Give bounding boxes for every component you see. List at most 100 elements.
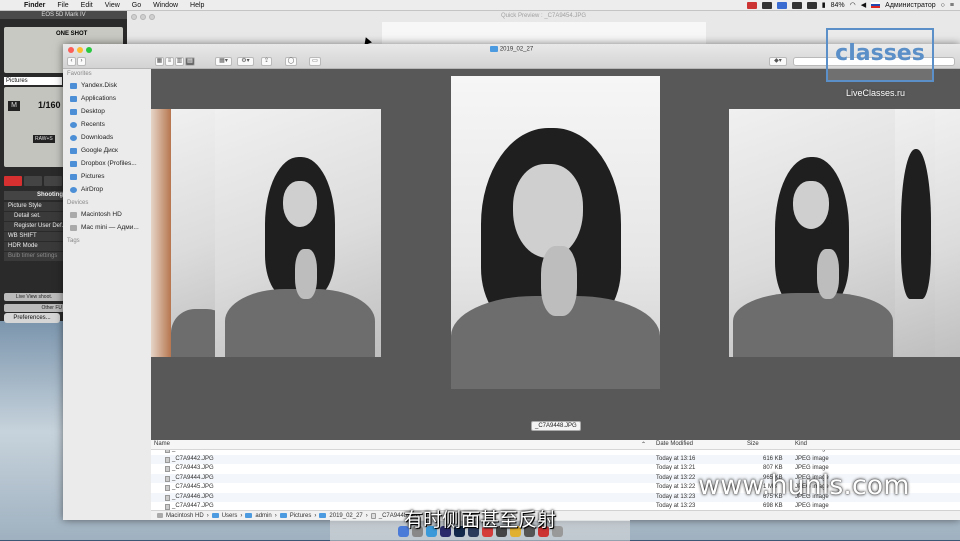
brand-logo: classes — [826, 28, 934, 82]
arrange-button[interactable]: ▦▾ — [215, 57, 232, 66]
cover-flow[interactable]: _C7A9448.JPG — [151, 69, 960, 440]
spotlight-icon[interactable]: ○ — [941, 2, 945, 9]
user-name[interactable]: Администратор — [885, 2, 936, 9]
table-row[interactable]: _C7A9442.JPG Today at 13:16 616 KB JPEG ima… — [151, 454, 960, 464]
finder-sidebar: Favorites Yandex.Disk Applications Deskt… — [63, 69, 152, 520]
finder-title-text: 2019_02_27 — [499, 46, 534, 53]
flash-tab-icon[interactable] — [24, 176, 42, 186]
video-subtitle: 有时侧面甚至反射 — [403, 509, 556, 531]
file-date: Today at 13:21 — [656, 465, 696, 471]
eos-tabs — [4, 176, 62, 186]
forward-button[interactable]: › — [77, 57, 86, 66]
menu-help[interactable]: Help — [184, 2, 210, 9]
shutter-speed[interactable]: 1/160 — [38, 100, 61, 110]
cover-thumbnail[interactable] — [171, 109, 215, 357]
menu-bar: Finder File Edit View Go Window Help ▮ 8… — [0, 0, 960, 11]
wrench-tab-icon[interactable] — [44, 176, 62, 186]
image-quality[interactable]: RAW+S — [33, 135, 55, 143]
new-folder-button[interactable]: ▭ — [309, 57, 321, 66]
action-gear-button[interactable]: ⚙▾ — [237, 57, 254, 66]
input-source-icon[interactable] — [871, 2, 881, 8]
eos-menu-hdr-mode[interactable]: HDR Mode — [4, 242, 64, 252]
eos-menu-bulb-timer[interactable]: Bulb timer settings — [4, 252, 64, 262]
sidebar-item-dropbox[interactable]: Dropbox (Profiles... — [63, 157, 151, 170]
tag-button[interactable]: ◯ — [285, 57, 297, 66]
file-date: Today at 13:22 — [656, 484, 696, 490]
eos-shooting-menu: Picture Style Detail set. Register User … — [4, 202, 64, 262]
cover-thumbnail[interactable] — [151, 109, 171, 357]
menu-view[interactable]: View — [99, 2, 126, 9]
airdrop-icon — [70, 186, 77, 193]
menu-window[interactable]: Window — [147, 2, 184, 9]
sidebar-item-macintosh-hd[interactable]: Macintosh HD — [63, 208, 151, 221]
sidebar-item-recents[interactable]: Recents — [63, 118, 151, 131]
monitor-icon[interactable] — [791, 1, 802, 9]
sidebar-item-airdrop[interactable]: AirDrop — [63, 183, 151, 196]
quick-preview-title: Quick Preview : _C7A9454.JPG — [500, 13, 587, 19]
sidebar-section-devices: Devices — [67, 200, 89, 206]
sidebar-item-applications[interactable]: Applications — [63, 92, 151, 105]
menu-file[interactable]: File — [51, 2, 74, 9]
sidebar-item-label: Downloads — [81, 134, 114, 141]
shooting-section-label: Shooting — [4, 191, 66, 200]
eos-menu-wb-shift[interactable]: WB SHIFT — [4, 232, 64, 242]
notification-center-icon[interactable]: ≡ — [950, 2, 954, 9]
jpeg-file-icon — [165, 456, 170, 463]
watermark: www.hunls.com — [698, 470, 910, 501]
battery-percent: 84% — [830, 1, 845, 9]
sidebar-item-label: Pictures — [81, 173, 105, 180]
dropbox-icon[interactable] — [776, 1, 787, 9]
sidebar-item-label: Recents — [81, 121, 105, 128]
volume-icon[interactable]: ◀ — [861, 1, 866, 9]
eos-menu-detail-set[interactable]: Detail set. — [4, 212, 64, 222]
jpeg-file-icon — [165, 466, 170, 472]
sidebar-item-yandex-disk[interactable]: Yandex.Disk — [63, 79, 151, 92]
icon-view-button[interactable]: ▦ — [155, 57, 164, 66]
eos-menu-register-user-def[interactable]: Register User Def. — [4, 222, 64, 232]
cover-flow-view-button[interactable]: ▤ — [185, 57, 195, 66]
picture-select[interactable]: Pictures — [4, 77, 62, 85]
eos-window-title: EOS 5D Mark IV — [0, 11, 127, 19]
cover-main-image[interactable] — [451, 76, 660, 389]
applications-icon — [70, 95, 77, 102]
cover-thumbnail[interactable] — [729, 109, 895, 357]
shooting-mode[interactable]: M — [8, 101, 20, 111]
eos-menu-picture-style[interactable]: Picture Style — [4, 202, 64, 212]
cover-thumbnail[interactable] — [895, 109, 935, 357]
app-tray-icon[interactable] — [761, 1, 772, 9]
preferences-button[interactable]: Preferences... — [4, 313, 60, 323]
sort-chevron-icon: ⌃ — [641, 442, 647, 448]
other-functions-button[interactable]: Other FU — [4, 304, 64, 312]
menu-edit[interactable]: Edit — [75, 2, 99, 9]
sidebar-item-pictures[interactable]: Pictures — [63, 170, 151, 183]
live-view-button[interactable]: Live View shoot. — [4, 293, 64, 301]
battery-icon[interactable]: ▮ — [822, 1, 826, 9]
column-header-name[interactable]: Name — [154, 441, 170, 447]
column-view-button[interactable]: ▥ — [175, 57, 184, 66]
focus-mode-label[interactable]: ONE SHOT — [56, 31, 87, 37]
share-button[interactable]: ⇪ — [261, 57, 272, 66]
sidebar-item-label: Dropbox (Profiles... — [81, 160, 137, 167]
recording-icon[interactable] — [746, 1, 757, 9]
cover-thumbnail[interactable] — [215, 109, 381, 357]
sidebar-item-desktop[interactable]: Desktop — [63, 105, 151, 118]
wifi-icon[interactable]: ◠ — [850, 1, 856, 9]
cpu-icon[interactable] — [806, 1, 817, 9]
sidebar-item-mac-mini[interactable]: Mac mini — Адми... — [63, 221, 151, 234]
menu-finder[interactable]: Finder — [18, 2, 51, 9]
camera-tab-icon[interactable] — [4, 176, 22, 186]
sidebar-item-downloads[interactable]: Downloads — [63, 131, 151, 144]
cover-caption: _C7A9448.JPG — [531, 421, 581, 431]
column-header-size[interactable]: Size — [747, 441, 759, 447]
sidebar-item-google-drive[interactable]: Google Диск — [63, 144, 151, 157]
dropbox-menu-button[interactable]: ◆▾ — [769, 57, 787, 66]
column-header-kind[interactable]: Kind — [795, 441, 807, 447]
cover-thumbnail[interactable] — [935, 109, 960, 357]
menu-go[interactable]: Go — [126, 2, 147, 9]
list-view-button[interactable]: ≡ — [165, 57, 174, 66]
sidebar-item-label: Mac mini — Адми... — [81, 224, 139, 231]
column-header-date[interactable]: Date Modified — [656, 441, 693, 447]
file-name: _C7A9446.JPG — [172, 493, 214, 500]
back-button[interactable]: ‹ — [67, 57, 76, 66]
folder-icon — [70, 147, 77, 154]
